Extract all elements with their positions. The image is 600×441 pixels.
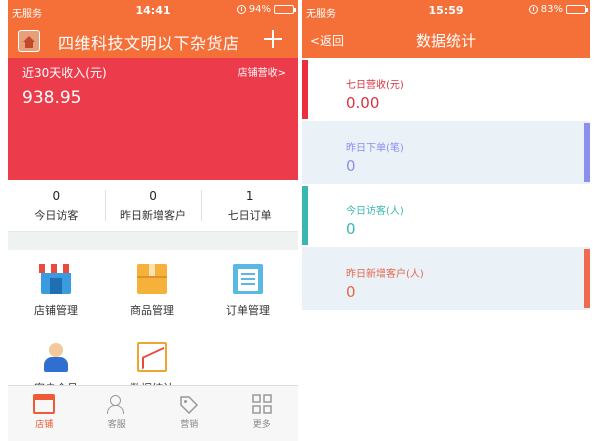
- stat-value: 0: [149, 189, 157, 203]
- page-title: 数据统计: [415, 32, 476, 50]
- store-name: 四维科技文明以下杂货店: [58, 34, 240, 53]
- stat-block-title: 昨日下单(笔): [346, 143, 404, 154]
- income-card: 近30天收入(元) 店铺营收> 938.95: [8, 58, 298, 180]
- stat-label: 今日访客: [34, 209, 79, 222]
- accent-bar: [302, 60, 308, 119]
- stats-header: <返回 数据统计: [302, 22, 590, 58]
- tab-customer-service[interactable]: 客服: [81, 386, 154, 441]
- stat-seven-day-revenue[interactable]: 七日营收(元) 0.00: [302, 58, 590, 121]
- grid-label: 店铺管理: [34, 304, 78, 317]
- grid-item-product-management[interactable]: 商品管理: [104, 260, 200, 338]
- stats-row: 0 今日访客 0 昨日新增客户 1 七日订单: [8, 180, 298, 232]
- store-tab-icon: [33, 394, 56, 414]
- grid-label: 订单管理: [226, 304, 270, 317]
- tab-label: 更多: [252, 420, 271, 430]
- battery-icon: [274, 5, 296, 14]
- status-bar: 无服务 15:59 83%: [302, 0, 590, 22]
- tab-store[interactable]: 店铺: [8, 386, 81, 441]
- bottom-tab-bar: 店铺 客服 营销 更多: [8, 385, 298, 441]
- store-icon: [39, 264, 73, 294]
- grid-more-icon: [251, 394, 273, 414]
- stat-today-visitors[interactable]: 今日访客(人) 0: [302, 184, 590, 247]
- rotation-lock-icon: [528, 5, 538, 14]
- stat-block-value: 0: [346, 157, 356, 175]
- battery-percent: 94%: [248, 4, 271, 15]
- stat-yesterday-orders[interactable]: 昨日下单(笔) 0: [302, 121, 590, 184]
- stat-block-title: 今日访客(人): [346, 206, 404, 217]
- tag-icon: [178, 394, 200, 415]
- store-home-screen: 无服务 14:41 94% 四维科技文明以下杂货店 近30天收入(元) 店铺营收…: [8, 0, 298, 441]
- stat-today-visitors[interactable]: 0 今日访客: [8, 180, 105, 231]
- tab-more[interactable]: 更多: [226, 386, 299, 441]
- plus-icon[interactable]: [262, 28, 284, 50]
- stat-new-customers[interactable]: 0 昨日新增客户: [104, 180, 202, 231]
- accent-bar: [584, 249, 590, 308]
- stat-block-value: 0: [346, 283, 356, 301]
- grid-item-store-management[interactable]: 店铺管理: [8, 260, 104, 338]
- clipboard-icon: [233, 264, 263, 294]
- data-statistics-screen: 无服务 15:59 83% <返回 数据统计 七日营收(元) 0.00 昨日下单(笔…: [302, 0, 590, 441]
- battery-icon: [566, 5, 588, 14]
- chart-icon: [137, 342, 167, 372]
- grid-item-order-management[interactable]: 订单管理: [200, 260, 296, 338]
- section-divider: [8, 232, 298, 250]
- tab-label: 店铺: [35, 420, 54, 430]
- accent-bar: [584, 123, 590, 182]
- status-bar: 无服务 14:41 94%: [8, 0, 298, 22]
- tab-label: 营销: [180, 420, 199, 430]
- store-revenue-link[interactable]: 店铺营收>: [238, 64, 286, 79]
- member-icon: [41, 342, 71, 372]
- income-label: 近30天收入(元): [22, 66, 107, 80]
- accent-bar: [302, 186, 308, 245]
- stat-yesterday-new-customers[interactable]: 昨日新增客户(人) 0: [302, 247, 590, 310]
- grid-label: 商品管理: [130, 304, 174, 317]
- stat-value: 1: [245, 189, 254, 203]
- store-header: 四维科技文明以下杂货店: [8, 22, 298, 58]
- stat-value: 0: [52, 189, 61, 203]
- tab-label: 客服: [107, 420, 126, 430]
- stat-block-title: 七日营收(元): [346, 80, 404, 91]
- income-value: 938.95: [22, 88, 82, 108]
- stats-list: 七日营收(元) 0.00 昨日下单(笔) 0 今日访客(人) 0 昨日新增客户(人) 0: [302, 58, 590, 310]
- box-icon: [137, 264, 167, 294]
- store-logo-icon[interactable]: [18, 30, 40, 52]
- customer-service-icon: [106, 394, 128, 414]
- stat-label: 七日订单: [227, 209, 272, 222]
- stat-block-value: 0.00: [346, 94, 380, 112]
- stat-seven-day-orders[interactable]: 1 七日订单: [201, 180, 298, 231]
- stat-label: 昨日新增客户: [120, 209, 186, 222]
- tab-marketing[interactable]: 营销: [153, 386, 226, 441]
- battery-percent: 83%: [540, 4, 563, 15]
- stat-block-value: 0: [346, 220, 356, 238]
- rotation-lock-icon: [236, 5, 246, 14]
- stat-block-title: 昨日新增客户(人): [346, 269, 424, 280]
